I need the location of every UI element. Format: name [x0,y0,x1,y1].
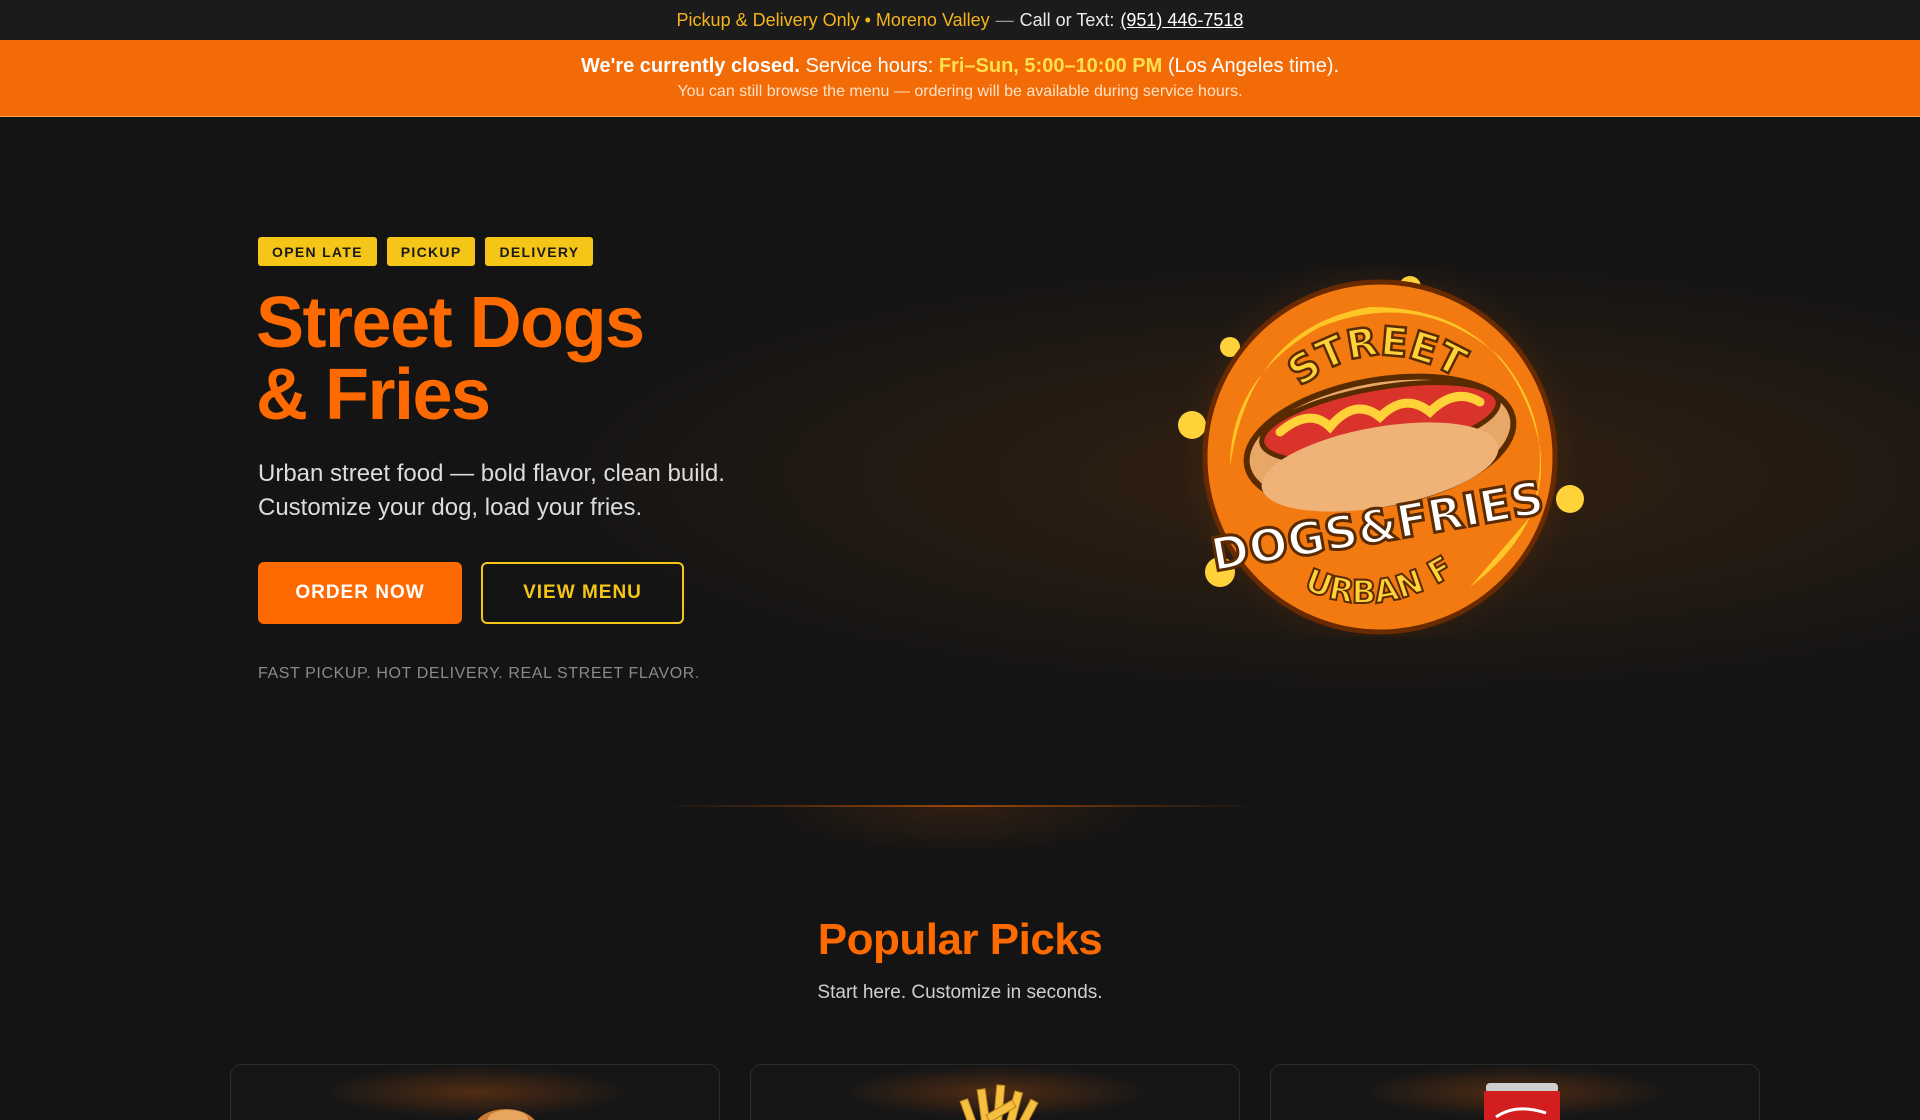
separator: — [995,9,1014,30]
hotdog-icon [477,1109,535,1120]
hero-subtitle-line2: Customize your dog, load your fries. [258,494,643,521]
hero-section: OPEN LATE PICKUP DELIVERY Street Dogs & … [0,117,1920,807]
popular-picks-title: Popular Picks [817,915,1103,964]
popular-card-hotdog[interactable] [230,1064,720,1120]
hero-subtitle: Urban street food — bold flavor, clean b… [258,457,858,525]
hours-label: Service hours: [805,55,934,77]
view-menu-button[interactable]: VIEW MENU [481,562,684,624]
call-label: Call or Text: [1019,9,1115,30]
soda-can-icon [1484,1083,1560,1120]
hero-tagline: FAST PICKUP. HOT DELIVERY. REAL STREET F… [258,665,700,682]
popular-picks-subtitle: Start here. Customize in seconds. [817,982,1103,1003]
banner-note: You can still browse the menu — ordering… [677,83,1243,100]
hero-title: Street Dogs & Fries [256,287,856,431]
timezone-text: (Los Angeles time). [1167,55,1340,77]
closed-banner: We're currently closed. Service hours: F… [0,40,1920,117]
popular-card-fries[interactable] [750,1064,1240,1120]
divider-glow [760,806,1160,856]
hero-subtitle-line1: Urban street food — bold flavor, clean b… [258,460,725,487]
popular-card-soda[interactable] [1270,1064,1760,1120]
brand-logo: STREET DOGS&FRIES URBAN FOOD [1170,267,1584,637]
hero-title-line2: & Fries [256,355,491,435]
hero-title-line1: Street Dogs [256,283,645,363]
badge-pickup: PICKUP [386,237,476,266]
closed-text: We're currently closed. [580,55,800,77]
top-info-bar: Pickup & Delivery Only • Moreno Valley —… [0,0,1920,40]
fries-icon [959,1084,1039,1120]
badge-row: OPEN LATE PICKUP DELIVERY [258,237,594,266]
phone-link[interactable]: (951) 446-7518 [1120,10,1243,31]
service-area-text: Pickup & Delivery Only • Moreno Valley [676,9,990,30]
banner-status-line: We're currently closed. Service hours: F… [581,52,1339,80]
badge-open-late: OPEN LATE [258,237,377,266]
service-hours: Fri–Sun, 5:00–10:00 PM [938,55,1163,77]
badge-delivery: DELIVERY [485,237,594,266]
order-now-button[interactable]: ORDER NOW [258,562,462,624]
